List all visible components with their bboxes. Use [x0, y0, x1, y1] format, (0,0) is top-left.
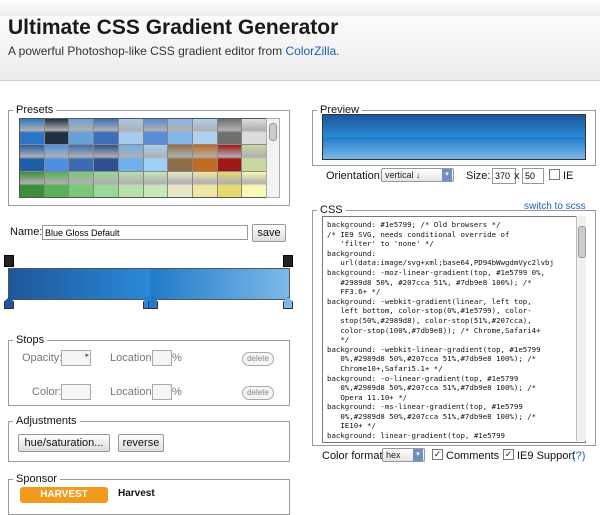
preset-grid [19, 118, 267, 198]
orientation-dir-icon: ↓ [416, 171, 421, 180]
preset-swatch[interactable] [168, 171, 192, 197]
preset-swatch[interactable] [242, 171, 266, 197]
preset-swatch[interactable] [118, 119, 143, 145]
preset-swatch[interactable] [20, 145, 44, 171]
ie-label: IE [563, 170, 574, 182]
preset-swatch[interactable] [94, 145, 118, 171]
color-percent: % [172, 386, 182, 398]
color-format-value: hex [386, 450, 401, 460]
opacity-stop-left[interactable] [4, 255, 14, 267]
preset-swatch[interactable] [242, 119, 266, 145]
preset-swatch[interactable] [20, 119, 44, 145]
sponsor-name[interactable]: Harvest [118, 488, 155, 499]
preset-swatch[interactable] [192, 171, 217, 197]
opacity-stop-right[interactable] [283, 255, 293, 267]
comments-label: Comments [446, 450, 500, 462]
subtitle-text: A powerful Photoshop-like CSS gradient e… [8, 44, 286, 58]
ie9-support-label: IE9 Support [517, 450, 576, 462]
preset-swatch[interactable] [44, 145, 69, 171]
code-scrollbar[interactable] [576, 216, 586, 441]
css-code: background: #1e5799; /* Old browsers */ … [327, 220, 554, 442]
orientation-value: vertical [385, 170, 414, 180]
gradient-name-input[interactable] [42, 225, 248, 240]
preset-swatch[interactable] [217, 145, 242, 171]
size-x-label: x [514, 170, 520, 182]
preset-swatch[interactable] [242, 145, 266, 171]
header-shadow [0, 0, 600, 16]
reverse-button[interactable]: reverse [118, 434, 164, 452]
color-label: Color: [32, 386, 62, 398]
stops-legend: Stops [16, 334, 45, 346]
format-dropdown-icon: ▾ [413, 449, 423, 461]
preset-swatch[interactable] [168, 145, 192, 171]
presets-legend: Presets [16, 104, 54, 116]
preset-swatch[interactable] [44, 171, 69, 197]
subtitle-period: . [336, 44, 340, 58]
ie9-help-link[interactable]: (?) [572, 450, 585, 462]
preset-swatch[interactable] [20, 171, 44, 197]
preset-swatch[interactable] [192, 145, 217, 171]
opacity-location-field[interactable] [152, 350, 172, 366]
preset-swatch[interactable] [217, 171, 242, 197]
code-scroll-thumb[interactable] [578, 226, 586, 258]
color-location-field[interactable] [152, 384, 172, 400]
comments-checkbox[interactable]: ✓ [432, 449, 443, 460]
opacity-label: Opacity: [22, 352, 63, 364]
presets-scrollbar[interactable] [266, 118, 280, 198]
harvest-logo[interactable]: HARVEST [20, 487, 108, 503]
preset-swatch[interactable] [143, 171, 168, 197]
preset-swatch[interactable] [143, 119, 168, 145]
name-label: Name: [10, 226, 43, 238]
stop-color-field[interactable] [61, 384, 91, 400]
page-subtitle: A powerful Photoshop-like CSS gradient e… [8, 44, 340, 58]
opacity-delete-button[interactable]: delete [242, 352, 274, 366]
css-code-area[interactable]: background: #1e5799; /* Old browsers */ … [322, 216, 586, 443]
adjustments-legend: Adjustments [16, 415, 77, 427]
preset-swatch[interactable] [69, 145, 94, 171]
size-label: Size: [466, 170, 491, 182]
opacity-arrow-icon: ▸ [85, 352, 89, 359]
preset-swatch[interactable] [69, 119, 94, 145]
css-legend: CSS [320, 204, 343, 216]
preset-swatch[interactable] [217, 119, 242, 145]
save-button[interactable]: save [252, 224, 286, 242]
color-delete-button[interactable]: delete [242, 386, 274, 400]
gradient-bar[interactable] [8, 268, 290, 300]
preset-swatch[interactable] [94, 119, 118, 145]
orientation-select[interactable]: vertical ↓ ▾ [381, 168, 454, 182]
color-location-label: Location: [110, 386, 155, 398]
colorzilla-link[interactable]: ColorZilla [285, 44, 336, 58]
opacity-field[interactable]: ▸ [61, 350, 91, 366]
preset-swatch[interactable] [94, 171, 118, 197]
hue-saturation-button[interactable]: hue/saturation... [18, 434, 110, 452]
presets-scroll-thumb[interactable] [269, 123, 277, 141]
switch-to-scss-link[interactable]: switch to scss [524, 201, 586, 212]
preset-swatch[interactable] [44, 119, 69, 145]
ie-checkbox[interactable] [549, 169, 560, 180]
sponsor-legend: Sponsor [16, 473, 57, 485]
color-format-select[interactable]: hex ▾ [382, 448, 425, 462]
opacity-location-label: Location: [110, 352, 155, 364]
color-format-label: Color format: [322, 450, 386, 462]
preset-swatch[interactable] [192, 119, 217, 145]
ie9-support-checkbox[interactable]: ✓ [503, 449, 514, 460]
preset-swatch[interactable] [118, 145, 143, 171]
gradient-preview [322, 114, 586, 160]
orientation-label: Orientation: [326, 170, 383, 182]
preset-swatch[interactable] [118, 171, 143, 197]
opacity-percent: % [172, 352, 182, 364]
preview-width-input[interactable] [492, 168, 516, 184]
preset-swatch[interactable] [168, 119, 192, 145]
page-title: Ultimate CSS Gradient Generator [8, 16, 339, 39]
preset-swatch[interactable] [143, 145, 168, 171]
orientation-dropdown-icon: ▾ [442, 169, 452, 181]
preset-swatch[interactable] [69, 171, 94, 197]
preview-height-input[interactable] [522, 168, 544, 184]
